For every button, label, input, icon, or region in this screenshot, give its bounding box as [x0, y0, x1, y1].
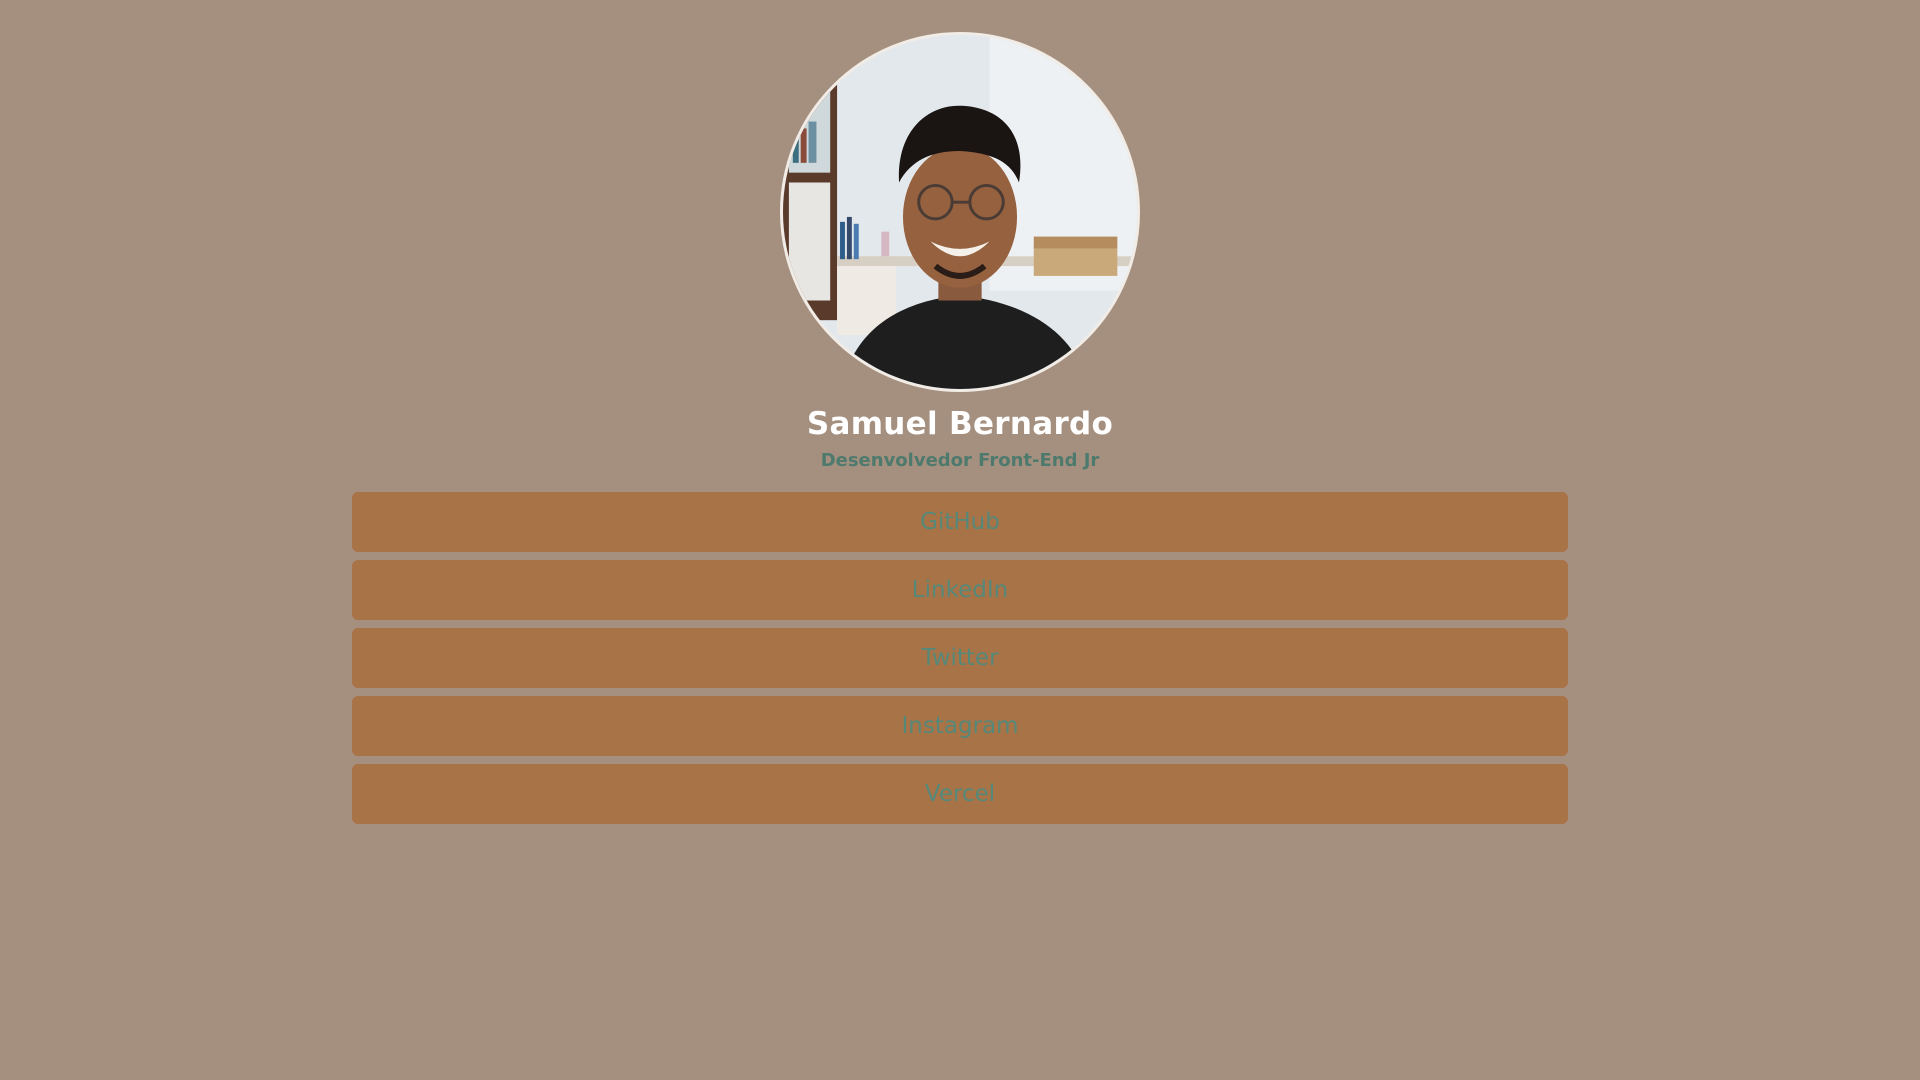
instagram-link-button[interactable]: Instagram [352, 696, 1568, 756]
vercel-link-button[interactable]: Vercel [352, 764, 1568, 824]
avatar-photo [783, 35, 1137, 389]
github-link-button[interactable]: GitHub [352, 492, 1568, 552]
avatar [780, 32, 1140, 392]
linkedin-link-button[interactable]: LinkedIn [352, 560, 1568, 620]
twitter-link-button[interactable]: Twitter [352, 628, 1568, 688]
profile-name: Samuel Bernardo [806, 406, 1114, 442]
profile-role: Desenvolvedor Front-End Jr [820, 450, 1100, 471]
link-list: GitHub LinkedIn Twitter Instagram Vercel [352, 492, 1568, 824]
link-page: Samuel Bernardo Desenvolvedor Front-End … [0, 0, 1920, 1080]
